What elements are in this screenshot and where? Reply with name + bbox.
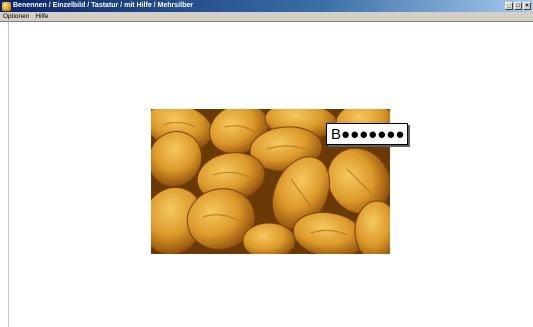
title-bar[interactable]: Benennen / Einzelbild / Tastatur / mit H… bbox=[0, 0, 533, 12]
app-icon[interactable] bbox=[2, 1, 11, 11]
maximize-button[interactable]: □ bbox=[514, 2, 522, 10]
menu-bar: Optionen Hilfe bbox=[0, 12, 533, 22]
window-divider bbox=[8, 22, 9, 327]
window-controls: _ □ × bbox=[505, 2, 531, 10]
minimize-button[interactable]: _ bbox=[505, 2, 513, 10]
menu-optionen[interactable]: Optionen bbox=[0, 12, 32, 22]
close-button[interactable]: × bbox=[523, 2, 531, 10]
answer-field[interactable]: B●●●●●●● bbox=[326, 123, 408, 145]
window-title: Benennen / Einzelbild / Tastatur / mit H… bbox=[13, 2, 193, 9]
menu-hilfe[interactable]: Hilfe bbox=[32, 12, 51, 22]
